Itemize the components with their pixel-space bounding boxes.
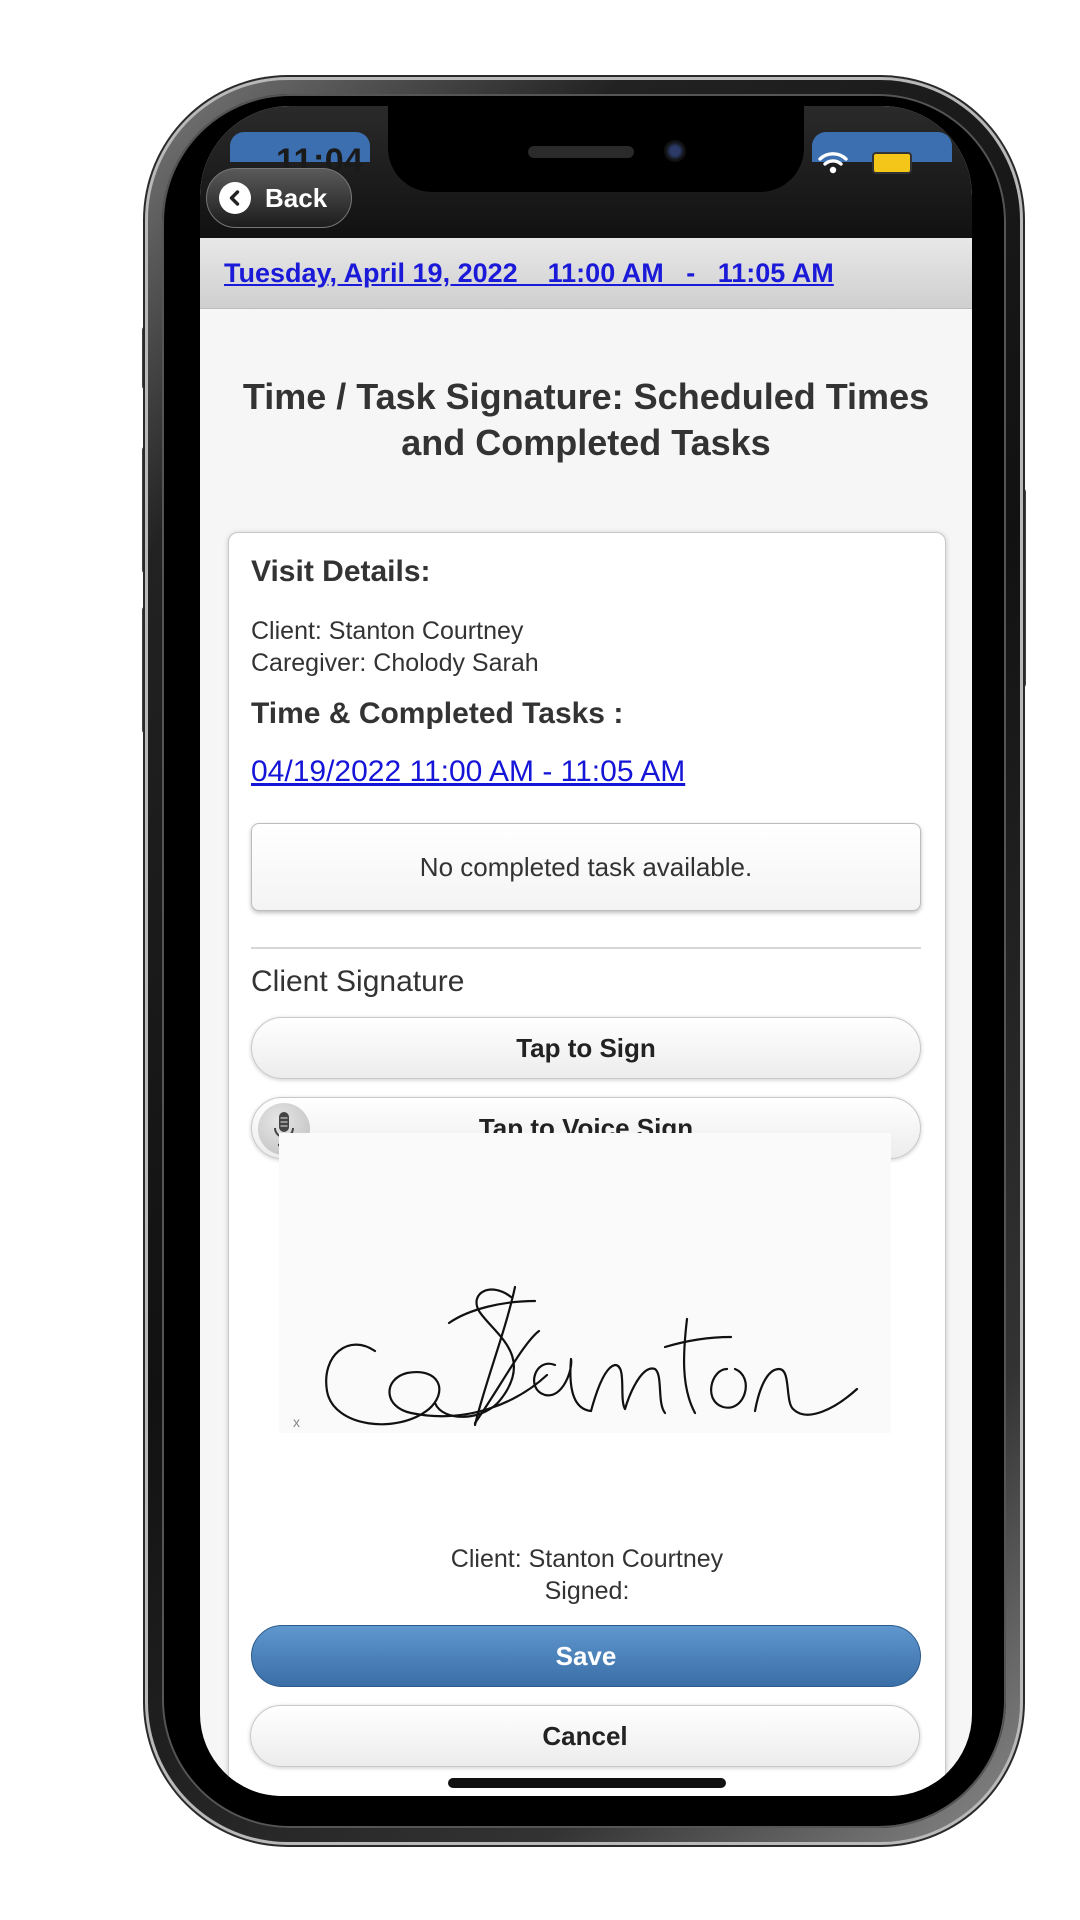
front-camera xyxy=(664,140,686,162)
signature-client-name: Client: Stanton Courtney xyxy=(450,1545,724,1573)
visit-date-link[interactable]: Tuesday, April 19, 2022 11:00 AM - 11:05… xyxy=(224,258,834,289)
tap-to-sign-label: Tap to Sign xyxy=(516,1032,656,1063)
no-task-text: No completed task available. xyxy=(419,851,753,882)
cancel-label: Cancel xyxy=(542,1720,628,1751)
speaker xyxy=(528,146,634,158)
page-title: Time / Task Signature: Scheduled Times a… xyxy=(242,376,930,463)
home-indicator xyxy=(448,1778,726,1788)
phone-screen: 11:04 Back Tuesday, April 19, 2022 11:00… xyxy=(200,106,972,1796)
back-button[interactable]: Back xyxy=(206,168,352,228)
chevron-left-icon xyxy=(219,182,251,214)
save-label: Save xyxy=(555,1640,617,1671)
client-name: Client: Stanton Courtney xyxy=(251,617,524,645)
signature-pad[interactable]: x xyxy=(279,1133,891,1433)
tasks-heading: Time & Completed Tasks : xyxy=(251,697,624,730)
signed-label: Signed: xyxy=(544,1577,630,1605)
visit-details-heading: Visit Details: xyxy=(251,555,431,588)
save-button[interactable]: Save xyxy=(251,1625,921,1687)
no-task-box: No completed task available. xyxy=(251,823,921,911)
time-range-link[interactable]: 04/19/2022 11:00 AM - 11:05 AM xyxy=(251,755,685,789)
svg-text:x: x xyxy=(293,1414,300,1430)
client-signature-label: Client Signature xyxy=(251,965,465,998)
cancel-button[interactable]: Cancel xyxy=(250,1705,920,1767)
back-label: Back xyxy=(265,182,328,213)
handwritten-signature: x xyxy=(293,1285,859,1430)
stage: 11:04 Back Tuesday, April 19, 2022 11:00… xyxy=(0,0,1080,1920)
wifi-icon xyxy=(818,152,848,174)
date-bar: Tuesday, April 19, 2022 11:00 AM - 11:05… xyxy=(200,238,972,309)
tap-to-sign-button[interactable]: Tap to Sign xyxy=(251,1017,921,1079)
visit-card: Visit Details: Client: Stanton Courtney … xyxy=(228,532,946,1796)
battery-icon xyxy=(872,152,912,174)
app-header: 11:04 Back xyxy=(200,106,972,238)
caregiver-name: Caregiver: Cholody Sarah xyxy=(251,649,539,677)
divider xyxy=(251,947,921,949)
